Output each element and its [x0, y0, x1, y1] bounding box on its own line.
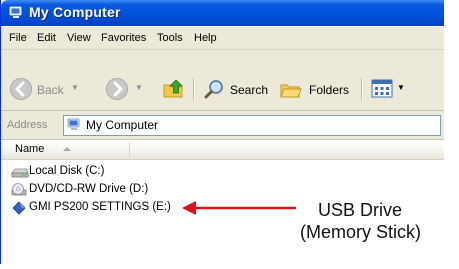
annotation-arrow — [182, 201, 296, 215]
search-label: Search — [230, 83, 269, 97]
folders-icon — [280, 84, 302, 98]
back-label: Back — [37, 83, 64, 97]
menu-help[interactable]: Help — [194, 32, 217, 44]
address-field[interactable]: My Computer — [63, 115, 441, 136]
callout-line-2: (Memory Stick) — [300, 222, 421, 242]
toolbar-separator — [193, 78, 195, 100]
address-value: My Computer — [86, 118, 159, 132]
back-button[interactable]: Back ▼ — [9, 76, 81, 102]
dvd-drive-icon — [11, 183, 27, 196]
views-dropdown-icon[interactable]: ▼ — [397, 83, 405, 92]
toolbar-separator — [361, 78, 363, 100]
hard-disk-icon — [11, 168, 29, 178]
column-name-header[interactable]: Name — [15, 143, 44, 155]
item-label: DVD/CD-RW Drive (D:) — [29, 183, 149, 195]
menu-view[interactable]: View — [67, 32, 91, 44]
menu-file[interactable]: File — [9, 32, 27, 44]
menu-edit[interactable]: Edit — [37, 32, 56, 44]
forward-button[interactable]: ▼ — [105, 76, 145, 102]
forward-dropdown-icon[interactable]: ▼ — [135, 83, 143, 92]
item-label: Local Disk (C:) — [29, 165, 105, 177]
address-bar: Address My Computer — [1, 111, 445, 140]
menu-tools[interactable]: Tools — [157, 32, 183, 44]
window-title: My Computer — [29, 4, 121, 20]
title-bar[interactable]: My Computer — [1, 0, 445, 26]
address-label: Address — [7, 119, 48, 131]
sort-ascending-icon — [63, 147, 71, 151]
views-icon — [371, 79, 393, 98]
search-button[interactable]: Search — [203, 76, 275, 102]
forward-arrow-icon — [106, 78, 128, 100]
folders-button[interactable]: Folders — [279, 76, 355, 102]
page-margin — [444, 0, 459, 269]
column-divider[interactable] — [129, 143, 130, 157]
usb-drive-icon — [12, 201, 26, 215]
toolbar: Back ▼ ▼ Search Folders ▼ — [1, 50, 445, 111]
my-computer-icon — [9, 6, 22, 18]
my-computer-icon — [67, 118, 80, 130]
back-dropdown-icon[interactable]: ▼ — [71, 83, 79, 92]
item-label: GMI PS200 SETTINGS (E:) — [29, 201, 171, 213]
search-icon — [204, 80, 223, 99]
up-folder-icon[interactable] — [161, 76, 185, 100]
callout-line-1: USB Drive — [318, 200, 403, 220]
menu-favorites[interactable]: Favorites — [101, 32, 146, 44]
folders-label: Folders — [309, 83, 350, 97]
menu-bar: File Edit View Favorites Tools Help — [1, 27, 445, 50]
column-header: Name — [1, 141, 445, 160]
views-button[interactable]: ▼ — [371, 76, 411, 102]
back-arrow-icon — [10, 78, 32, 100]
